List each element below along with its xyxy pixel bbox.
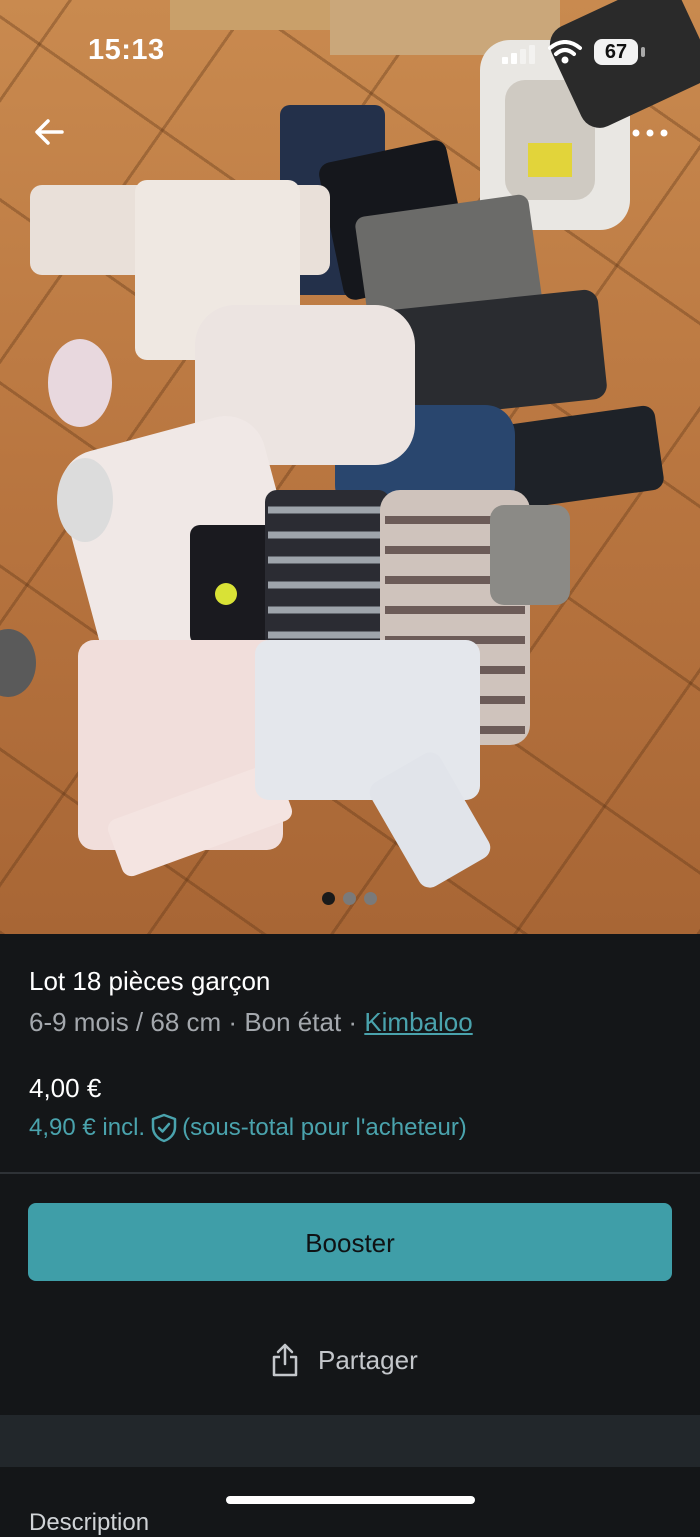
gallery-dot-3[interactable] bbox=[364, 892, 377, 905]
buyer-price-note: (sous-total pour l'acheteur) bbox=[182, 1114, 467, 1141]
listing-condition: Bon état bbox=[244, 1007, 342, 1037]
section-separator bbox=[0, 1415, 700, 1467]
battery-tip bbox=[641, 47, 645, 57]
gallery-dot-1[interactable] bbox=[322, 892, 335, 905]
listing-price: 4,00 € bbox=[29, 1073, 102, 1103]
buyer-price: 4,90 € incl. bbox=[29, 1114, 146, 1141]
cellular-signal-icon bbox=[502, 45, 535, 64]
listing-title: Lot 18 pièces garçon bbox=[29, 966, 271, 996]
booster-button[interactable]: Booster bbox=[28, 1203, 672, 1281]
meta-separator: · bbox=[228, 1007, 238, 1037]
brand-link[interactable]: Kimbaloo bbox=[364, 1007, 472, 1037]
share-label: Partager bbox=[318, 1344, 418, 1375]
gallery-pagination bbox=[322, 892, 377, 905]
listing-size: 6-9 mois / 68 cm bbox=[29, 1007, 222, 1037]
product-photo[interactable]: 15:13 67 bbox=[0, 0, 700, 934]
description-heading: Description bbox=[29, 1509, 150, 1536]
status-time: 15:13 bbox=[88, 34, 165, 66]
battery-indicator: 67 bbox=[594, 39, 638, 65]
share-icon bbox=[272, 1343, 298, 1377]
share-button[interactable]: Partager bbox=[270, 1342, 418, 1378]
more-options-icon[interactable] bbox=[626, 118, 674, 148]
listing-meta: 6-9 mois / 68 cm · Bon état · Kimbaloo bbox=[29, 1007, 473, 1038]
divider bbox=[0, 1172, 700, 1174]
meta-separator: · bbox=[348, 1007, 358, 1037]
shield-check-icon bbox=[151, 1113, 177, 1143]
clothes-illustration bbox=[0, 0, 700, 888]
gallery-dot-2[interactable] bbox=[343, 892, 356, 905]
buyer-price-info[interactable]: 4,90 € incl. (sous-total pour l'acheteur… bbox=[29, 1113, 467, 1143]
home-indicator[interactable] bbox=[226, 1496, 475, 1504]
wifi-icon bbox=[548, 40, 582, 64]
back-arrow-icon[interactable] bbox=[30, 112, 70, 152]
